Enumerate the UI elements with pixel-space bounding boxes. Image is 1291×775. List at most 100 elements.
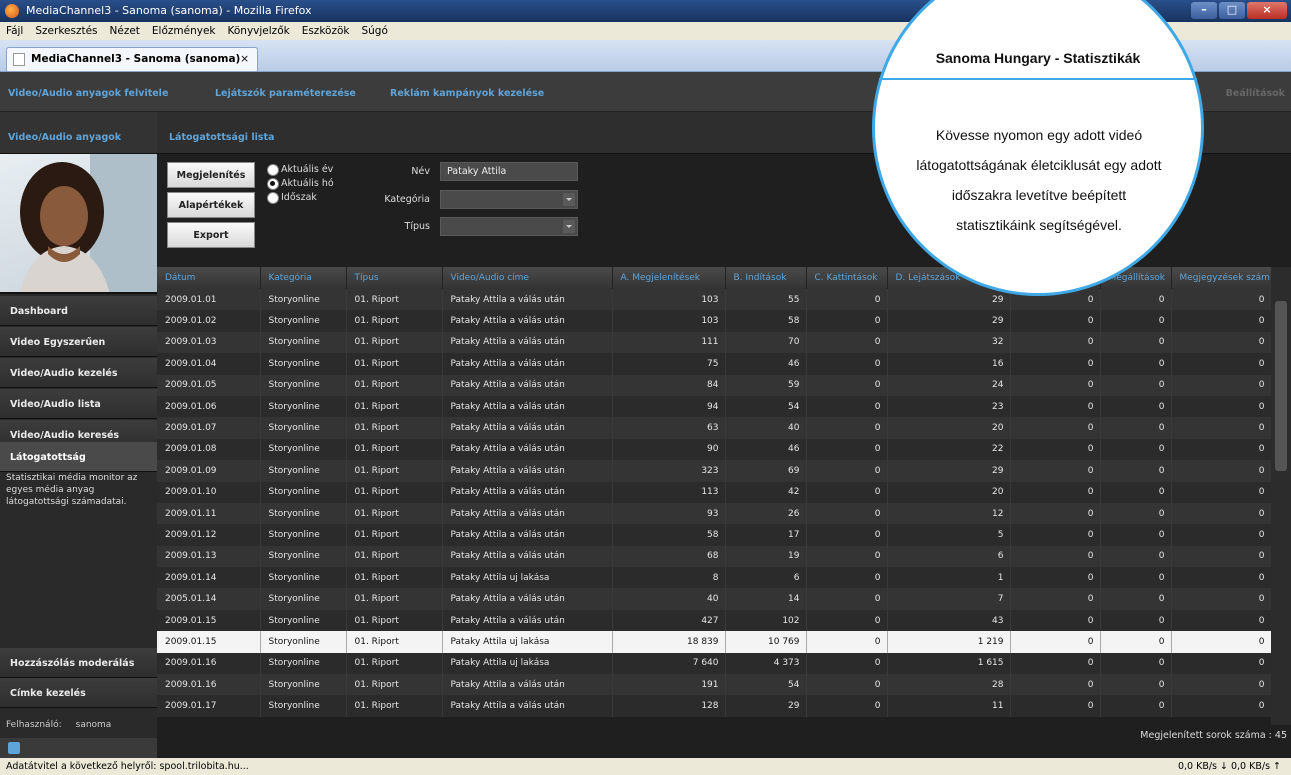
menu-bookmarks[interactable]: Könyvjelzők	[228, 22, 290, 40]
table-cell: 19	[725, 545, 807, 568]
table-cell: Storyonline	[260, 353, 347, 375]
menu-edit[interactable]: Szerkesztés	[35, 22, 97, 40]
close-window-button[interactable]: ×	[1247, 2, 1287, 19]
browser-tab[interactable]: MediaChannel3 - Sanoma (sanoma) ×	[6, 47, 258, 71]
type-select[interactable]	[440, 217, 578, 236]
column-header[interactable]: Kategória	[260, 267, 347, 289]
table-cell: 0	[806, 609, 888, 632]
table-row[interactable]: 2009.01.08 Storyonline 01. Riport Pataky At…	[157, 438, 1272, 461]
table-cell: 0	[806, 631, 888, 653]
menu-history[interactable]: Előzmények	[152, 22, 216, 40]
table-row[interactable]: 2009.01.16 Storyonline 01. Riport Pataky At…	[157, 674, 1272, 696]
table-cell: Storyonline	[260, 567, 347, 589]
column-header[interactable]: C. Kattintások	[806, 267, 888, 289]
user-label: Felhasználó:	[6, 720, 62, 730]
table-cell: 01. Riport	[346, 695, 443, 717]
table-row[interactable]: 2005.01.14 Storyonline 01. Riport Pataky At…	[157, 588, 1272, 610]
table-row[interactable]: 2009.01.16 Storyonline 01. Riport Pataky At…	[157, 652, 1272, 675]
table-cell: 18 839	[612, 631, 726, 653]
table-cell: 01. Riport	[346, 481, 443, 503]
sidebar-item-video-list[interactable]: Video/Audio lista	[0, 389, 157, 419]
table-row[interactable]: 2009.01.07 Storyonline 01. Riport Pataky At…	[157, 417, 1272, 439]
sidebar-item-visits[interactable]: Látogatottság	[0, 442, 157, 472]
export-button[interactable]: Export	[167, 222, 255, 248]
close-tab-icon[interactable]: ×	[240, 48, 249, 70]
table-cell: 0	[1171, 652, 1272, 675]
table-row[interactable]: 2009.01.12 Storyonline 01. Riport Pataky At…	[157, 524, 1272, 546]
category-select[interactable]	[440, 190, 578, 209]
nav-ad-campaigns[interactable]: Reklám kampányok kezelése	[390, 88, 544, 99]
table-cell: 20	[887, 481, 1011, 503]
radio-current-month-label: Aktuális hó	[281, 178, 334, 189]
sidebar-item-video-simple[interactable]: Video Egyszerűen	[0, 327, 157, 357]
column-header[interactable]: B. Indítások	[725, 267, 807, 289]
name-field[interactable]: Pataky Attila	[440, 162, 578, 181]
table-cell: 427	[612, 609, 726, 632]
table-cell: 0	[806, 674, 888, 696]
table-cell: Storyonline	[260, 481, 347, 503]
status-text: Adatátvitel a következő helyről: spool.t…	[6, 761, 249, 772]
table-row[interactable]: 2009.01.06 Storyonline 01. Riport Pataky At…	[157, 395, 1272, 418]
radio-current-month[interactable]: Aktuális hó	[267, 178, 334, 192]
sidebar-item-video-manage[interactable]: Video/Audio kezelés	[0, 358, 157, 388]
table-row[interactable]: 2009.01.11 Storyonline 01. Riport Pataky At…	[157, 502, 1272, 525]
table-cell: 29	[887, 289, 1011, 311]
table-row[interactable]: 2009.01.03 Storyonline 01. Riport Pataky At…	[157, 331, 1272, 354]
table-cell: 0	[1010, 481, 1101, 503]
menu-help[interactable]: Súgó	[361, 22, 387, 40]
table-row[interactable]: 2009.01.10 Storyonline 01. Riport Pataky At…	[157, 481, 1272, 503]
table-cell: 0	[1171, 374, 1272, 396]
table-row[interactable]: 2009.01.17 Storyonline 01. Riport Pataky At…	[157, 695, 1272, 717]
collapse-icon[interactable]	[8, 742, 20, 754]
column-header[interactable]: A. Megjelenítések	[612, 267, 726, 289]
table-scrollbar[interactable]	[1271, 267, 1291, 725]
table-cell: 0	[1100, 545, 1172, 568]
display-button[interactable]: Megjelenítés	[167, 162, 255, 188]
defaults-button[interactable]: Alapértékek	[167, 192, 255, 218]
radio-current-year[interactable]: Aktuális év	[267, 164, 333, 178]
sidebar-item-tags[interactable]: Címke kezelés	[0, 678, 157, 708]
table-cell: 113	[612, 481, 726, 503]
table-cell: 0	[1100, 502, 1172, 525]
table-cell: 0	[1171, 609, 1272, 632]
sidebar-item-dashboard[interactable]: Dashboard	[0, 296, 157, 326]
radio-period[interactable]: Időszak	[267, 192, 317, 206]
nav-upload[interactable]: Video/Audio anyagok felvitele	[8, 88, 168, 99]
table-row[interactable]: 2009.01.09 Storyonline 01. Riport Pataky At…	[157, 460, 1272, 482]
table-row[interactable]: 2009.01.04 Storyonline 01. Riport Pataky At…	[157, 353, 1272, 375]
table-cell: 58	[612, 524, 726, 546]
table-cell: 84	[612, 374, 726, 396]
column-header[interactable]: Video/Audio címe	[442, 267, 613, 289]
table-row[interactable]: 2009.01.02 Storyonline 01. Riport Pataky At…	[157, 310, 1272, 332]
menu-file[interactable]: Fájl	[6, 22, 23, 40]
minimize-button[interactable]: –	[1191, 2, 1217, 19]
menu-tools[interactable]: Eszközök	[302, 22, 350, 40]
column-header[interactable]: Dátum	[157, 267, 261, 289]
table-cell: 0	[806, 374, 888, 396]
sidebar-item-comment-moderation[interactable]: Hozzászólás moderálás	[0, 648, 157, 678]
table-cell: 0	[1171, 353, 1272, 375]
table-cell: 2009.01.08	[157, 438, 261, 461]
table-cell: 0	[1100, 374, 1172, 396]
menu-view[interactable]: Nézet	[110, 22, 140, 40]
table-row[interactable]: 2009.01.15 Storyonline 01. Riport Pataky At…	[157, 609, 1272, 632]
table-row[interactable]: 2009.01.15 Storyonline 01. Riport Pataky At…	[157, 631, 1272, 653]
scrollbar-thumb[interactable]	[1275, 301, 1287, 471]
table-cell: 0	[1100, 652, 1172, 675]
table-cell: 0	[1100, 695, 1172, 717]
column-header[interactable]: Megjegyzések szám	[1171, 267, 1272, 289]
table-cell: Storyonline	[260, 674, 347, 696]
nav-player-settings[interactable]: Lejátszók paraméterezése	[215, 88, 356, 99]
table-row[interactable]: 2009.01.13 Storyonline 01. Riport Pataky At…	[157, 545, 1272, 568]
table-row[interactable]: 2009.01.05 Storyonline 01. Riport Pataky At…	[157, 374, 1272, 396]
table-row[interactable]: 2009.01.01 Storyonline 01. Riport Pataky At…	[157, 289, 1272, 311]
table-cell: Pataky Attila a válás után	[442, 417, 613, 439]
maximize-button[interactable]: □	[1219, 2, 1245, 19]
table-row[interactable]: 2009.01.14 Storyonline 01. Riport Pataky At…	[157, 567, 1272, 589]
nav-settings[interactable]: Beállítások	[1226, 88, 1285, 99]
table-cell: 0	[1100, 331, 1172, 354]
column-header[interactable]: Típus	[346, 267, 443, 289]
table-cell: 32	[887, 331, 1011, 354]
table-cell: Pataky Attila a válás után	[442, 695, 613, 717]
table-cell: Storyonline	[260, 289, 347, 311]
